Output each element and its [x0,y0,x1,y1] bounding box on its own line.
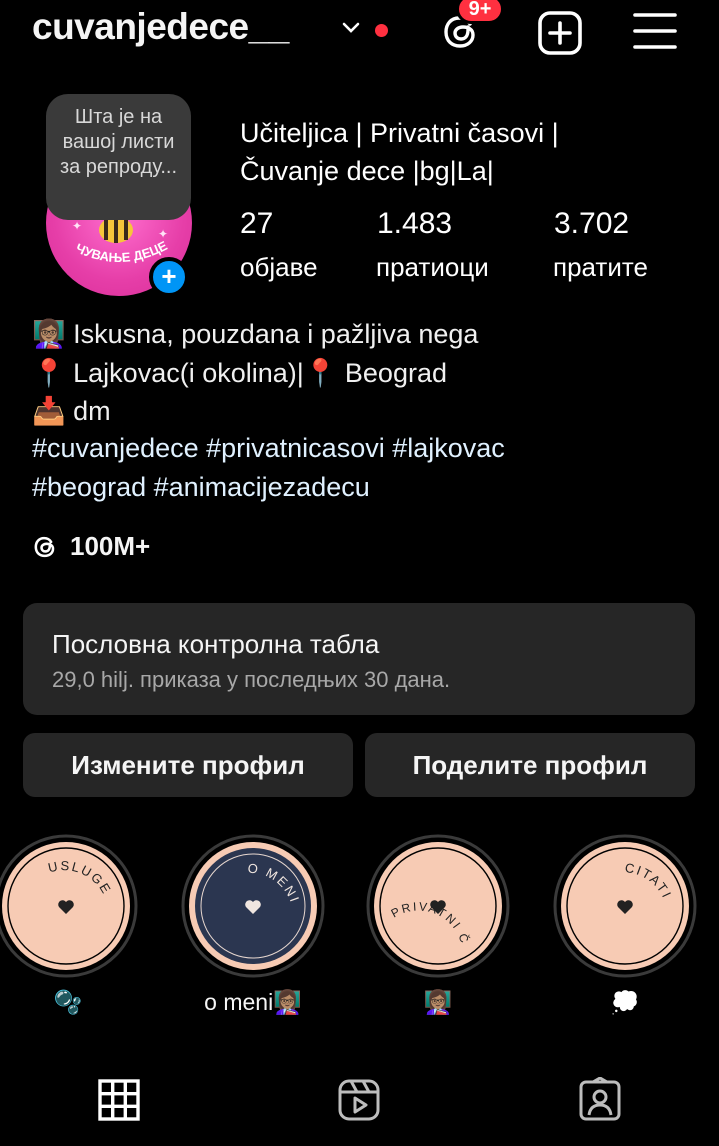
bio-text: Beograd [344,358,447,388]
bio-line-1: 👩🏽‍🏫 Iskusna, pouzdana i pažljiva nega [32,318,478,350]
bio-text: Lajkovac(i okolina)| [73,358,304,388]
note-bubble[interactable]: Шта је на вашој листи за репроду... [46,94,191,220]
posts-count[interactable]: 27 [240,207,273,241]
pin-emoji: 📍 [303,358,338,388]
following-label[interactable]: пратите [553,252,648,283]
followers-count[interactable]: 1.483 [377,207,452,241]
menu-icon[interactable] [633,12,677,50]
inbox-emoji: 📥 [32,396,66,426]
threads-link[interactable]: 100M+ [32,531,150,562]
create-icon[interactable] [536,9,584,57]
highlight-usluge[interactable]: USLUGE [0,834,138,978]
dashboard-subtitle: 29,0 hilj. приказа у последњих 30 дана. [52,667,451,692]
highlight-privatni-casovi[interactable]: PRIVATNI ČASOVI [366,834,510,978]
tagged-icon[interactable] [577,1077,623,1123]
bio-line-2: 📍 Lajkovac(i okolina)|📍 Beograd [32,357,447,389]
notification-dot [375,24,388,37]
edit-profile-button[interactable]: Измените профил [23,733,353,797]
highlight-label[interactable]: 👩🏽‍🏫 [358,989,518,1016]
bio-text: dm [73,396,111,426]
reels-icon[interactable] [336,1077,382,1123]
bio-line-3: 📥 dm [32,395,111,427]
highlight-label[interactable]: 💭 [545,989,705,1016]
notification-badge: 9+ [456,0,504,24]
dashboard-title: Пословна контролна табла [52,629,380,659]
threads-count: 100M+ [70,531,151,561]
teacher-emoji: 👩🏽‍🏫 [32,319,66,349]
following-count[interactable]: 3.702 [554,207,629,241]
svg-text:✦: ✦ [72,219,82,233]
highlight-citati[interactable]: CITATI [553,834,697,978]
chevron-down-icon[interactable] [342,22,360,34]
username-switcher[interactable]: cuvanjedece__ [32,6,289,48]
grid-icon[interactable] [96,1077,142,1123]
followers-label[interactable]: пратиоци [376,252,489,283]
highlight-o-meni[interactable]: O MENI [181,834,325,978]
hashtags-line-2[interactable]: #beograd #animacijezadecu [32,472,370,503]
highlight-label[interactable]: 🫧 [0,989,148,1016]
posts-label[interactable]: објаве [240,252,318,283]
bio-text: Iskusna, pouzdana i pažljiva nega [73,319,479,349]
pin-emoji: 📍 [32,358,66,388]
threads-icon [34,536,55,557]
add-story-button[interactable]: + [149,257,189,297]
share-profile-button[interactable]: Поделите профил [365,733,695,797]
display-name: Učiteljica | Privatni časovi | Čuvanje d… [240,118,559,186]
hashtags-line-1[interactable]: #cuvanjedece #privatnicasovi #lajkovac [32,433,505,464]
highlight-label[interactable]: o meni👩🏽‍🏫 [173,989,333,1016]
